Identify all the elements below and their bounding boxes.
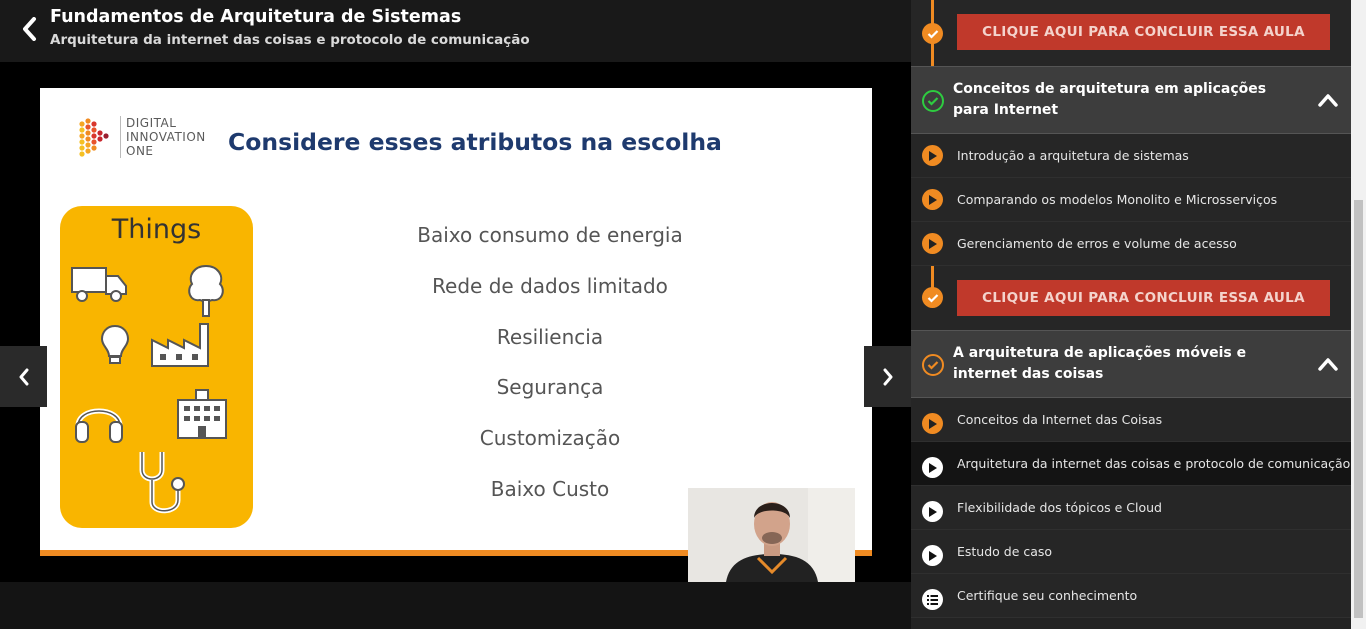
play-icon xyxy=(922,545,943,566)
previous-lesson-button[interactable] xyxy=(0,346,47,407)
play-icon xyxy=(922,145,943,166)
logo-separator xyxy=(120,116,121,158)
section-title: A arquitetura de aplicações móveis e int… xyxy=(953,345,1247,382)
back-button[interactable] xyxy=(14,14,44,44)
play-icon xyxy=(922,457,943,478)
check-circle-icon xyxy=(922,90,944,112)
building-icon xyxy=(177,389,227,439)
tree-icon xyxy=(188,264,224,317)
section-header[interactable]: Conceitos de arquitetura em aplicações p… xyxy=(911,66,1351,134)
stethoscope-icon xyxy=(139,452,185,514)
chevron-right-icon xyxy=(883,368,892,385)
lesson-list[interactable]: CLIQUE AQUI PARA CONCLUIR ESSA AULA Conc… xyxy=(911,0,1351,629)
scrollbar-thumb[interactable] xyxy=(1354,200,1363,618)
truck-icon xyxy=(71,267,127,302)
check-icon xyxy=(922,23,943,44)
lesson-subtitle: Arquitetura da internet das coisas e pro… xyxy=(50,32,530,48)
course-title: Fundamentos de Arquitetura de Sistemas xyxy=(50,7,462,27)
conclude-lesson-button[interactable]: CLIQUE AQUI PARA CONCLUIR ESSA AULA xyxy=(957,280,1330,316)
section-header[interactable]: A arquitetura de aplicações móveis e int… xyxy=(911,330,1351,398)
lesson-title: Introdução a arquitetura de sistemas xyxy=(957,148,1189,163)
lesson-title: Estudo de caso xyxy=(957,544,1053,559)
slide-title: Considere esses atributos na escolha xyxy=(228,128,722,156)
logo-line: INNOVATION xyxy=(126,130,206,144)
lesson-item[interactable]: Conceitos da Internet das Coisas xyxy=(911,398,1351,442)
lesson-title: Flexibilidade dos tópicos e Cloud xyxy=(957,500,1162,515)
lesson-item[interactable]: Estudo de caso xyxy=(911,530,1351,574)
play-icon xyxy=(922,413,943,434)
lesson-item[interactable]: Introdução a arquitetura de sistemas xyxy=(911,134,1351,178)
dio-logo-text: DIGITAL INNOVATION ONE xyxy=(126,116,206,158)
logo-line: ONE xyxy=(126,144,154,158)
attribute-item: Rede de dados limitado xyxy=(432,273,668,298)
lesson-title: Comparando os modelos Monolito e Micross… xyxy=(957,192,1278,207)
video-slide: DIGITAL INNOVATION ONE Considere esses a… xyxy=(40,88,872,556)
next-lesson-button[interactable] xyxy=(864,346,911,407)
app-root: Fundamentos de Arquitetura de Sistemas A… xyxy=(0,0,1366,629)
instructor-webcam xyxy=(688,488,855,582)
conclude-row: CLIQUE AQUI PARA CONCLUIR ESSA AULA xyxy=(911,266,1351,330)
lesson-item[interactable]: Certifique seu conhecimento xyxy=(911,574,1351,618)
things-card: Things xyxy=(60,206,253,528)
lesson-item[interactable]: Gerenciamento de erros e volume de acess… xyxy=(911,222,1351,266)
conclude-lesson-button[interactable]: CLIQUE AQUI PARA CONCLUIR ESSA AULA xyxy=(957,14,1330,50)
top-bar: Fundamentos de Arquitetura de Sistemas A… xyxy=(0,0,911,62)
attribute-item: Baixo Custo xyxy=(490,476,610,501)
lesson-title: Certifique seu conhecimento xyxy=(957,588,1138,603)
play-icon xyxy=(922,233,943,254)
chevron-left-icon xyxy=(23,17,36,41)
lesson-title: Arquitetura da internet das coisas e pro… xyxy=(957,456,1351,471)
check-icon xyxy=(922,287,943,308)
dio-logo-icon xyxy=(79,118,109,157)
chevron-up-icon[interactable] xyxy=(1318,93,1338,107)
lightbulb-icon xyxy=(100,324,130,364)
factory-icon xyxy=(151,323,209,367)
lesson-title: Gerenciamento de erros e volume de acess… xyxy=(957,236,1237,251)
play-icon xyxy=(922,501,943,522)
attribute-item: Resiliencia xyxy=(496,324,604,349)
attribute-list: Baixo consumo de energia Rede de dados l… xyxy=(390,216,710,521)
instructor-figure-icon xyxy=(688,488,855,582)
chevron-left-icon xyxy=(19,368,28,385)
lesson-item[interactable]: Flexibilidade dos tópicos e Cloud xyxy=(911,486,1351,530)
lesson-item[interactable]: Comparando os modelos Monolito e Micross… xyxy=(911,178,1351,222)
play-icon xyxy=(922,189,943,210)
headphones-icon xyxy=(75,408,123,443)
things-title: Things xyxy=(111,214,202,245)
attribute-item: Customização xyxy=(479,426,621,451)
check-circle-icon xyxy=(922,354,944,376)
list-icon xyxy=(922,589,943,610)
conclude-row: CLIQUE AQUI PARA CONCLUIR ESSA AULA xyxy=(911,0,1351,66)
lesson-item-active[interactable]: Arquitetura da internet das coisas e pro… xyxy=(911,442,1351,486)
attribute-item: Baixo consumo de energia xyxy=(417,223,683,247)
lesson-sidebar: CLIQUE AQUI PARA CONCLUIR ESSA AULA Conc… xyxy=(911,0,1366,629)
chevron-up-icon[interactable] xyxy=(1318,357,1338,371)
attribute-item: Segurança xyxy=(496,375,604,400)
logo-line: DIGITAL xyxy=(126,116,177,130)
lesson-title: Conceitos da Internet das Coisas xyxy=(957,412,1163,427)
section-title: Conceitos de arquitetura em aplicações p… xyxy=(953,81,1267,118)
main-player-area: Fundamentos de Arquitetura de Sistemas A… xyxy=(0,0,911,629)
